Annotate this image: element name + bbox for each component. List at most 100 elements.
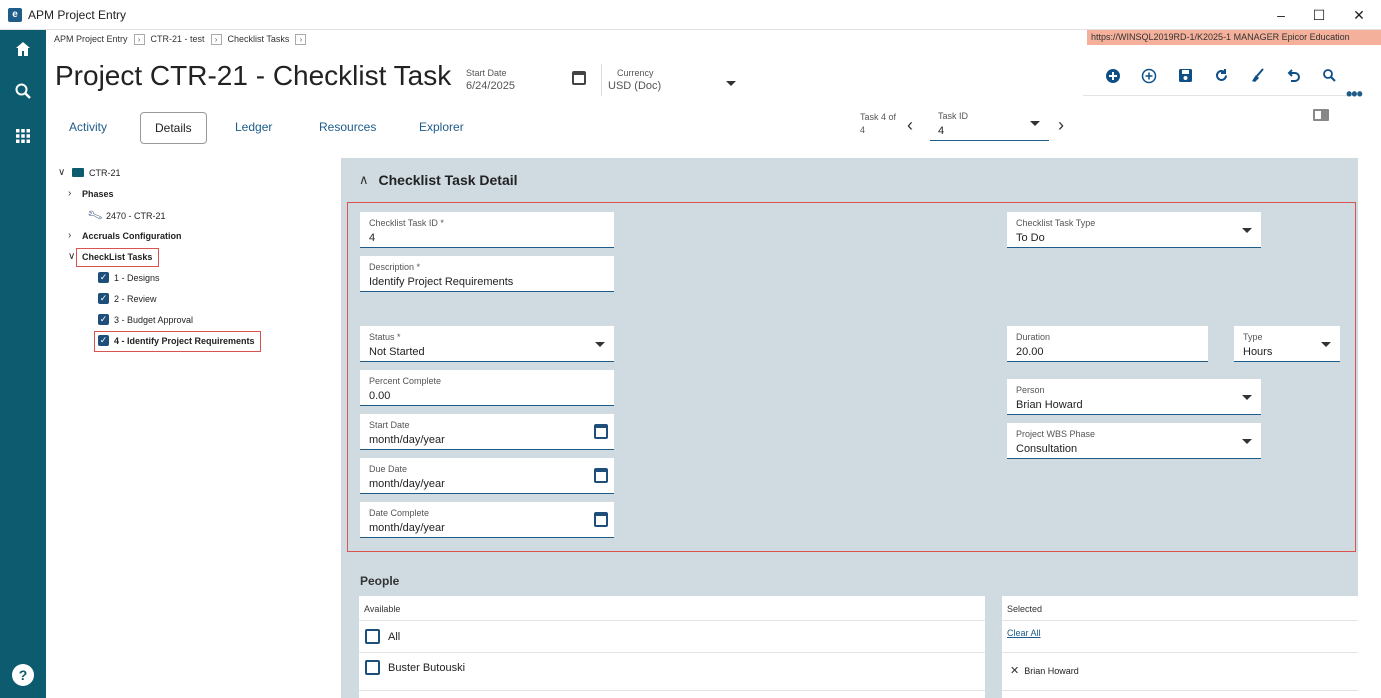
undo-icon[interactable] — [1275, 68, 1311, 90]
type-select[interactable]: Type Hours — [1234, 326, 1340, 362]
title-bar: e APM Project Entry – ☐ ✕ — [0, 0, 1381, 30]
divider — [1002, 652, 1358, 653]
tree-task-item[interactable]: ✓ 3 - Budget Approval — [98, 314, 193, 325]
checkbox-checked-icon[interactable]: ✓ — [98, 314, 109, 325]
calendar-icon[interactable] — [594, 512, 608, 527]
header-divider — [601, 64, 602, 96]
tree-item-label: 2 - Review — [114, 293, 157, 304]
task-id-select[interactable]: Task ID 4 — [930, 106, 1049, 141]
search-icon[interactable] — [1311, 68, 1347, 90]
maximize-button[interactable]: ☐ — [1304, 4, 1334, 26]
breadcrumb-item[interactable]: Checklist Tasks — [228, 34, 290, 44]
list-item-label: Buster Butouski — [388, 661, 466, 674]
checkbox-checked-icon[interactable]: ✓ — [98, 272, 109, 283]
percent-complete-field[interactable]: Percent Complete 0.00 — [360, 370, 614, 406]
calendar-icon[interactable] — [572, 71, 586, 90]
chevron-down-icon — [1242, 439, 1252, 444]
field-value: Hours — [1243, 346, 1273, 358]
currency-value: USD (Doc) — [608, 80, 662, 92]
selected-label: Selected — [1007, 604, 1043, 614]
tab-resources[interactable]: Resources — [305, 112, 390, 144]
home-icon[interactable] — [11, 40, 35, 64]
start-date-value: 6/24/2025 — [466, 80, 515, 92]
duration-field[interactable]: Duration 20.00 — [1007, 326, 1208, 362]
breadcrumb-item[interactable]: APM Project Entry — [54, 34, 128, 44]
save-icon[interactable] — [1167, 68, 1203, 90]
breadcrumb-arrow-icon[interactable]: › — [295, 33, 307, 45]
tree-item-accruals[interactable]: › Accruals Configuration — [68, 230, 182, 241]
breadcrumb-arrow-icon[interactable]: › — [210, 33, 222, 45]
field-value: 20.00 — [1016, 346, 1044, 358]
chevron-down-icon — [1030, 121, 1040, 126]
add-outline-icon[interactable] — [1131, 68, 1167, 90]
section-title: Checklist Task Detail — [378, 172, 518, 188]
wbs-phase-select[interactable]: Project WBS Phase Consultation — [1007, 423, 1261, 459]
chevron-right-icon[interactable]: › — [68, 188, 78, 199]
tab-ledger[interactable]: Ledger — [221, 112, 286, 144]
calendar-icon[interactable] — [594, 424, 608, 439]
divider — [359, 620, 985, 621]
list-item[interactable]: All — [365, 629, 400, 644]
person-select[interactable]: Person Brian Howard — [1007, 379, 1261, 415]
list-item[interactable]: Buster Butouski — [365, 660, 465, 675]
breadcrumb-arrow-icon[interactable]: › — [133, 33, 145, 45]
panel-toggle-icon[interactable] — [1313, 109, 1329, 121]
tree-task-item[interactable]: ✓ 2 - Review — [98, 293, 157, 304]
server-info-banner: https://WINSQL2019RD-1/K2025-1 MANAGER E… — [1087, 30, 1381, 45]
left-nav-bar: ? — [0, 30, 46, 698]
clear-all-link[interactable]: Clear All — [1007, 628, 1041, 638]
tree-item-phase[interactable]: 🔧︎ 2470 - CTR-21 — [86, 207, 166, 224]
currency-header[interactable]: Currency USD (Doc) — [608, 68, 661, 92]
checklist-task-type-select[interactable]: Checklist Task Type To Do — [1007, 212, 1261, 248]
clear-icon[interactable] — [1239, 68, 1275, 90]
date-complete-field[interactable]: Date Complete month/day/year — [360, 502, 614, 538]
more-options-icon[interactable]: ••• — [1346, 84, 1363, 105]
start-date-field[interactable]: Start Date month/day/year — [360, 414, 614, 450]
task-position-label: Task 4 of — [860, 112, 897, 122]
tree-item-phases[interactable]: › Phases — [68, 188, 114, 199]
available-people-list: Available All Buster Butouski — [359, 596, 985, 698]
tree-root[interactable]: ∨ CTR-21 — [58, 167, 121, 178]
calendar-icon[interactable] — [594, 468, 608, 483]
chevron-down-icon — [1321, 342, 1331, 347]
due-date-field[interactable]: Due Date month/day/year — [360, 458, 614, 494]
description-field[interactable]: Description * Identify Project Requireme… — [360, 256, 614, 292]
add-circle-icon[interactable] — [1095, 68, 1131, 90]
chevron-down-icon[interactable]: ∨ — [58, 167, 68, 178]
tab-details[interactable]: Details — [140, 112, 207, 144]
section-header[interactable]: ∧ Checklist Task Detail — [359, 172, 518, 188]
selected-people-list: Selected Clear All ✕ Brian Howard — [1002, 596, 1358, 698]
people-section-title: People — [360, 574, 400, 588]
page-title: Project CTR-21 - Checklist Task — [55, 60, 452, 91]
toolbar-divider — [1083, 95, 1353, 96]
field-label: Percent Complete — [369, 376, 442, 386]
currency-dropdown-caret-icon[interactable] — [726, 81, 736, 86]
refresh-icon[interactable] — [1203, 68, 1239, 90]
checkbox-icon[interactable] — [365, 629, 380, 644]
field-label: Status * — [369, 332, 401, 342]
tree-root-label: CTR-21 — [89, 167, 121, 178]
previous-task-icon[interactable]: ‹ — [907, 115, 913, 136]
status-select[interactable]: Status * Not Started — [360, 326, 614, 362]
chevron-right-icon[interactable]: › — [68, 230, 78, 241]
apps-grid-icon[interactable] — [11, 126, 35, 150]
field-value: month/day/year — [369, 522, 445, 534]
minimize-button[interactable]: – — [1266, 4, 1296, 26]
field-value: Not Started — [369, 346, 425, 358]
tree-task-item[interactable]: ✓ 1 - Designs — [98, 272, 160, 283]
tab-explorer[interactable]: Explorer — [405, 112, 478, 144]
help-icon[interactable]: ? — [12, 664, 34, 686]
highlight-box — [76, 248, 159, 267]
chevron-down-icon — [1242, 395, 1252, 400]
checkbox-icon[interactable] — [365, 660, 380, 675]
checkbox-checked-icon[interactable]: ✓ — [98, 293, 109, 304]
wrench-icon: 🔧︎ — [86, 207, 104, 224]
remove-icon[interactable]: ✕ — [1010, 664, 1019, 677]
next-task-icon[interactable]: › — [1058, 115, 1064, 136]
chevron-up-icon[interactable]: ∧ — [359, 172, 369, 188]
search-icon[interactable] — [11, 82, 35, 106]
close-button[interactable]: ✕ — [1344, 4, 1374, 26]
checklist-task-id-field[interactable]: Checklist Task ID * 4 — [360, 212, 614, 248]
breadcrumb-item[interactable]: CTR-21 - test — [151, 34, 205, 44]
tab-activity[interactable]: Activity — [55, 112, 121, 144]
